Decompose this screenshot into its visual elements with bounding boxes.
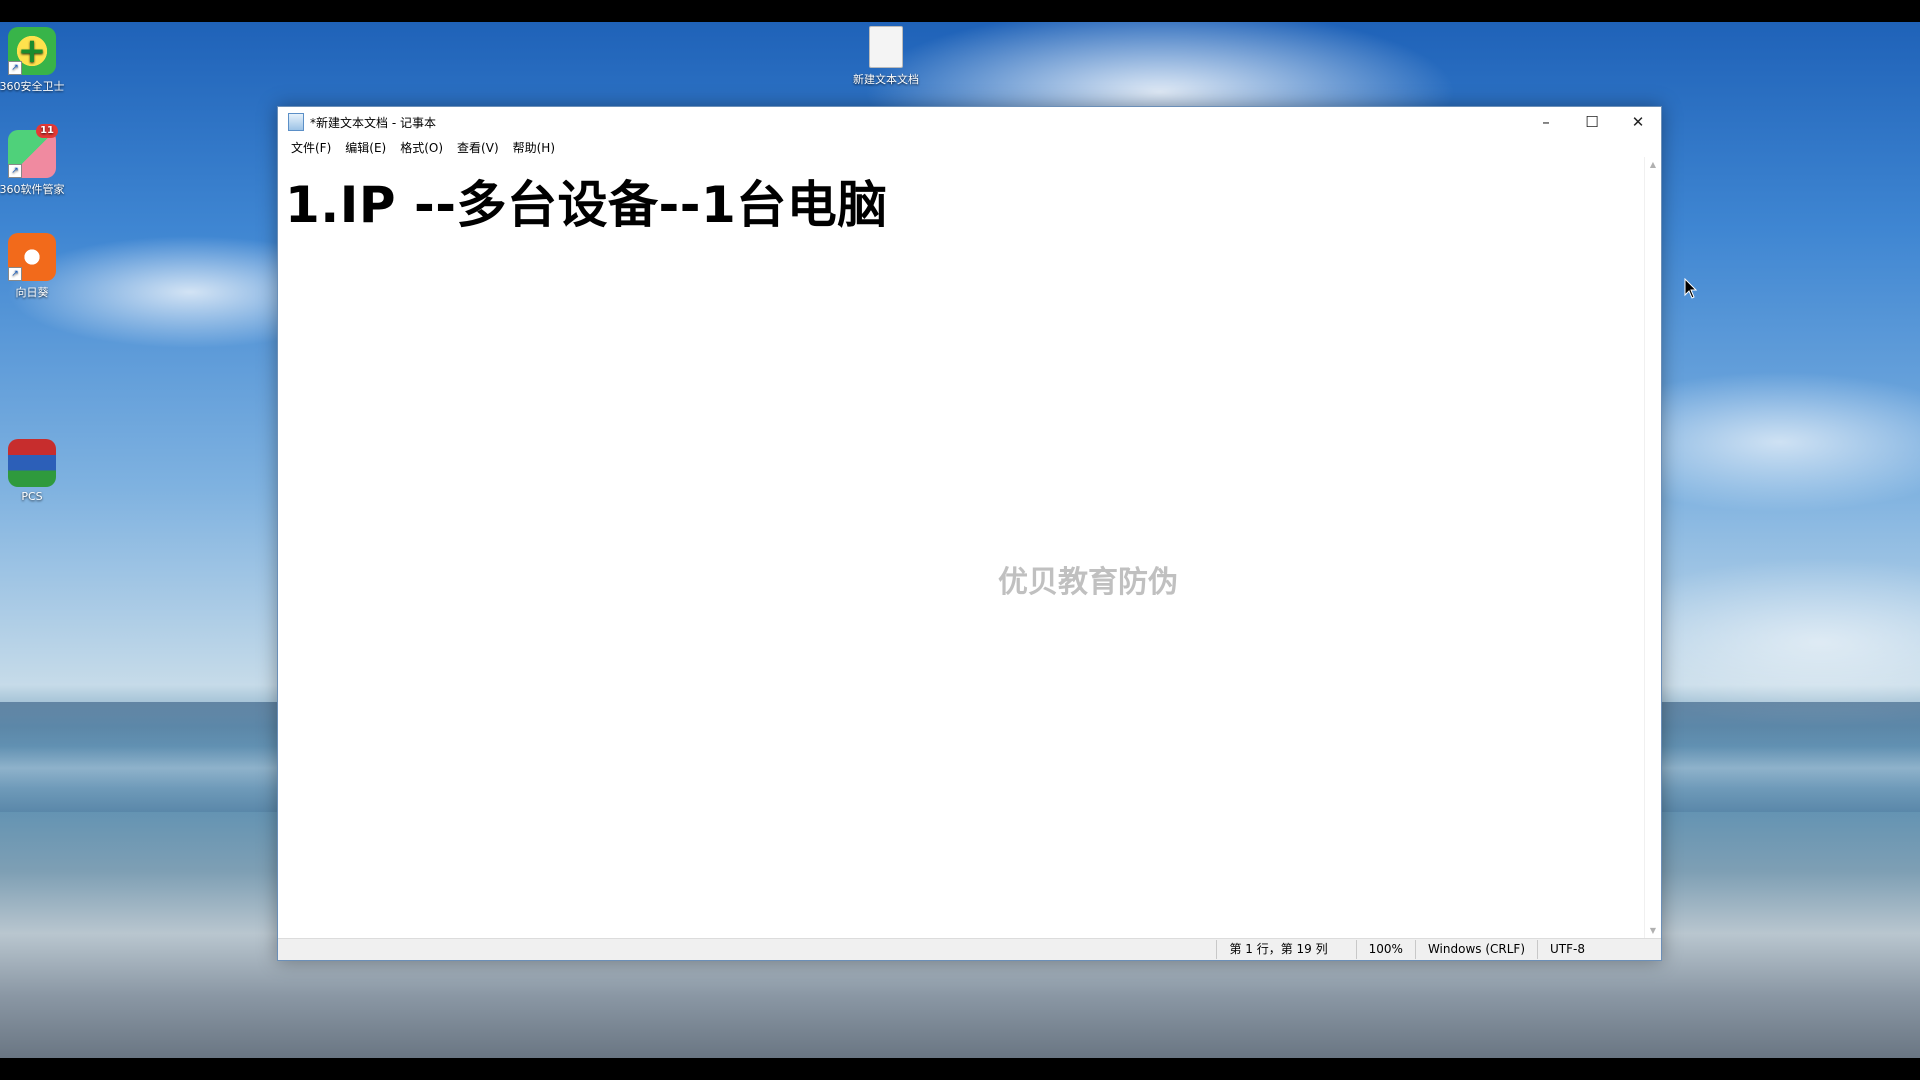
minimize-button[interactable]: – [1523,107,1569,137]
vertical-scrollbar[interactable]: ▲ ▼ [1644,157,1661,939]
menu-view[interactable]: 查看(V) [450,139,506,156]
status-encoding: UTF-8 [1537,940,1661,959]
menu-bar: 文件(F) 编辑(E) 格式(O) 查看(V) 帮助(H) [278,137,1661,157]
window-title: *新建文本文档 - 记事本 [310,115,436,130]
status-cursor-position: 第 1 行，第 19 列 [1216,940,1355,959]
360-safe-icon: ↗ [8,27,56,75]
notification-badge: 11 [36,124,58,138]
menu-edit[interactable]: 编辑(E) [338,139,393,156]
desktop-icon-sunflower[interactable]: ↗ 向日葵 [0,233,67,300]
winrar-archive-icon [8,439,56,487]
text-editor-area[interactable]: 1.IP --多台设备--1台电脑 优贝教育防伪 [278,157,1645,939]
notepad-app-icon [288,113,304,131]
scroll-down-arrow-icon[interactable]: ▼ [1645,923,1661,939]
desktop-icon-pcs[interactable]: PCS [0,439,67,503]
desktop-file-label: 新建文本文档 [853,73,919,86]
document-content[interactable]: 1.IP --多台设备--1台电脑 [285,165,888,237]
close-button[interactable]: ✕ [1615,107,1661,137]
status-line-ending: Windows (CRLF) [1414,940,1537,959]
360-software-manager-icon: 11 ↗ [8,124,58,178]
desktop-icon-360-software-manager[interactable]: 11 ↗ 360软件管家 [0,124,67,197]
desktop-icon-label: 360安全卫士 [0,80,65,93]
sunflower-remote-icon: ↗ [8,233,56,281]
status-bar: 第 1 行，第 19 列 100% Windows (CRLF) UTF-8 [278,938,1661,960]
title-bar[interactable]: *新建文本文档 - 记事本 – ☐ ✕ [278,107,1661,137]
shortcut-arrow-icon: ↗ [8,164,22,178]
watermark-text: 优贝教育防伪 [998,565,1178,600]
desktop-icon-label: PCS [21,490,43,503]
maximize-button[interactable]: ☐ [1569,107,1615,137]
desktop-icon-label: 向日葵 [15,286,49,299]
notepad-window: *新建文本文档 - 记事本 – ☐ ✕ 文件(F) 编辑(E) 格式(O) 查看… [277,106,1662,961]
scroll-up-arrow-icon[interactable]: ▲ [1645,157,1661,173]
desktop-icon-label: 360软件管家 [0,183,65,196]
desktop-file-new-text-document[interactable]: 新建文本文档 [841,26,931,87]
menu-file[interactable]: 文件(F) [284,139,338,156]
mouse-pointer-icon [1684,278,1698,299]
text-document-icon [869,26,903,68]
shortcut-arrow-icon: ↗ [8,61,22,75]
menu-format[interactable]: 格式(O) [393,139,450,156]
shortcut-arrow-icon: ↗ [8,267,22,281]
bottom-black-bar [0,1058,1920,1080]
status-zoom: 100% [1355,940,1415,959]
desktop-icon-360-safe[interactable]: ↗ 360安全卫士 [0,27,67,94]
menu-help[interactable]: 帮助(H) [506,139,562,156]
